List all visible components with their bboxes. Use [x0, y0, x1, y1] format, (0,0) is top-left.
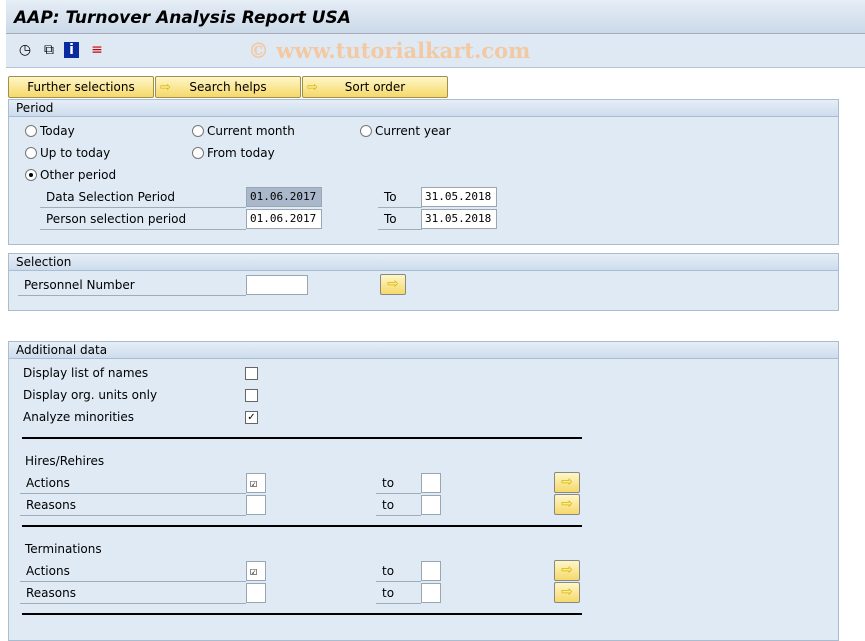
personnel-number-input[interactable] [246, 275, 308, 295]
field-label: Data Selection Period [40, 187, 246, 208]
group-header: Additional data [9, 342, 838, 359]
radio-from-today[interactable] [192, 147, 204, 159]
hires-actions-to-input[interactable] [421, 473, 441, 493]
program-doc-icon[interactable]: ≡ [88, 42, 106, 58]
person-selection-from-input[interactable]: 01.06.2017 [246, 209, 322, 229]
field-label: Actions [20, 561, 246, 582]
radio-current-year[interactable] [360, 125, 372, 137]
field-label: Reasons [20, 495, 246, 516]
section-label: Hires/Rehires [25, 454, 105, 468]
arrow-icon: ⇨ [160, 80, 171, 95]
button-label: Sort order [344, 80, 406, 94]
hires-actions-from-input[interactable]: ☑ [246, 473, 266, 493]
radio-today[interactable] [25, 125, 37, 137]
further-selections-button[interactable]: Further selections [8, 76, 154, 98]
info-icon[interactable]: i [64, 42, 79, 58]
radio-label: Other period [40, 168, 117, 182]
radio-label: Up to today [40, 146, 111, 160]
radio-label: Today [40, 124, 75, 138]
term-reasons-to-input[interactable] [421, 583, 441, 603]
hires-reasons-to-input[interactable] [421, 495, 441, 515]
radio-up-to-today[interactable] [25, 147, 37, 159]
radio-label: Current month [207, 124, 295, 138]
search-helps-button[interactable]: ⇨ Search helps [155, 76, 301, 98]
hires-reasons-multiple-button[interactable]: ⇨ [554, 494, 580, 515]
checkbox-label: Display list of names [23, 366, 149, 380]
checkbox-label: Analyze minorities [23, 410, 135, 424]
data-selection-from-input[interactable]: 01.06.2017 [246, 187, 322, 207]
display-list-names-checkbox[interactable] [245, 367, 258, 380]
divider [22, 613, 582, 615]
field-label: to [376, 583, 421, 604]
person-selection-to-input[interactable]: 31.05.2018 [421, 209, 497, 229]
radio-label: From today [207, 146, 275, 160]
checkbox-label: Display org. units only [23, 388, 158, 402]
display-org-units-checkbox[interactable] [245, 389, 258, 402]
group-header: Period [9, 100, 838, 117]
radio-label: Current year [375, 124, 451, 138]
term-reasons-multiple-button[interactable]: ⇨ [554, 582, 580, 603]
divider [22, 437, 582, 439]
field-label: Reasons [20, 583, 246, 604]
divider [22, 525, 582, 527]
execute-clock-icon[interactable]: ◷ [16, 42, 34, 58]
hires-actions-multiple-button[interactable]: ⇨ [554, 472, 580, 493]
watermark: © www.tutorialkart.com [248, 38, 531, 63]
field-label: to [376, 495, 421, 516]
term-reasons-from-input[interactable] [246, 583, 266, 603]
hires-reasons-from-input[interactable] [246, 495, 266, 515]
button-label: Search helps [189, 80, 267, 94]
multiple-selection-button[interactable]: ⇨ [380, 274, 406, 295]
page-title: AAP: Turnover Analysis Report USA [14, 8, 351, 28]
sort-order-button[interactable]: ⇨ Sort order [302, 76, 448, 98]
term-actions-to-input[interactable] [421, 561, 441, 581]
radio-current-month[interactable] [192, 125, 204, 137]
term-actions-multiple-button[interactable]: ⇨ [554, 560, 580, 581]
field-label: Personnel Number [18, 275, 246, 296]
field-label: to [376, 561, 421, 582]
field-label: Actions [20, 473, 246, 494]
analyze-minorities-checkbox[interactable]: ✓ [245, 411, 258, 424]
section-label: Terminations [25, 542, 102, 556]
data-selection-to-input[interactable]: 31.05.2018 [421, 187, 497, 207]
field-label: to [376, 473, 421, 494]
field-label: To [378, 209, 422, 230]
field-label: To [378, 187, 422, 208]
arrow-icon: ⇨ [307, 80, 318, 95]
field-label: Person selection period [40, 209, 246, 230]
group-header: Selection [9, 254, 838, 271]
button-label: Further selections [27, 80, 135, 94]
term-actions-from-input[interactable]: ☑ [246, 561, 266, 581]
radio-other-period[interactable] [25, 169, 37, 181]
variant-copy-icon[interactable]: ⧉ [40, 42, 58, 58]
